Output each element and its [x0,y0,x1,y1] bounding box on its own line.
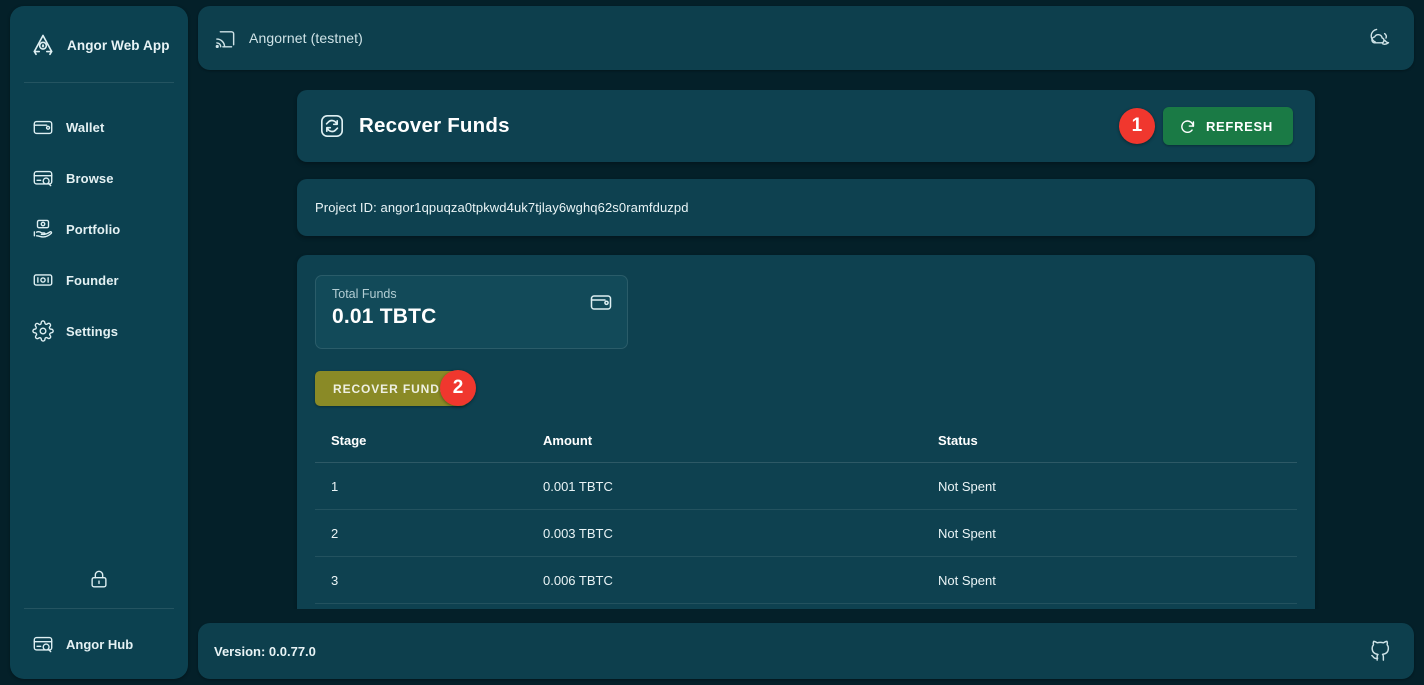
cell-status: Not Spent [938,509,1297,557]
panel-wrapper: Recover Funds 1 REFRESH Project ID: ango… [297,90,1315,609]
column-header-stage: Stage [315,433,543,463]
lock-icon[interactable] [88,568,110,590]
sidebar-item-label: Angor Hub [66,636,134,652]
recover-action-row: RECOVER FUNDS 2 [315,370,1297,406]
total-funds-label: Total Funds [332,287,397,301]
table-row: 1 0.001 TBTC Not Spent [315,462,1297,510]
annotation-badge-2: 2 [440,370,476,406]
moon-cloud-icon [1367,26,1391,50]
brand[interactable]: Angor Web App [10,6,188,82]
sidebar-item-wallet[interactable]: Wallet [10,113,188,141]
sidebar-item-angor-hub[interactable]: Angor Hub [10,609,188,679]
topbar: Angornet (testnet) [198,6,1414,70]
brand-label: Angor Web App [67,37,170,53]
column-header-amount: Amount [543,433,938,463]
sidebar-item-label: Founder [66,272,119,288]
stages-table-head: Stage Amount Status [315,433,1297,463]
sidebar-item-portfolio[interactable]: Portfolio [10,215,188,243]
column-header-status: Status [938,433,1297,463]
recover-funds-body-card: Total Funds 0.01 TBTC RECOVER FUNDS 2 St… [297,255,1315,609]
cast-connected-icon [214,27,237,50]
sidebar-item-label: Browse [66,170,114,186]
project-id-card: Project ID: angor1qpuqza0tpkwd4uk7tjlay6… [297,179,1315,236]
network-label: Angornet (testnet) [249,30,363,46]
founder-banknote-icon [32,269,54,291]
annotation-badge-1: 1 [1118,108,1155,144]
cell-stage: 3 [315,556,543,604]
version-label: Version: 0.0.77.0 [214,643,316,659]
table-row: 2 0.003 TBTC Not Spent [315,509,1297,557]
cell-status: Not Spent [938,462,1297,510]
stages-table-body: 1 0.001 TBTC Not Spent 2 0.003 TBTC Not … [315,462,1297,604]
wallet-icon [589,290,613,314]
hub-card-search-icon [32,633,54,655]
refresh-circle-icon [1179,118,1196,135]
app-root: Angor Web App Wallet Browse Portfolio Fo… [0,0,1424,685]
stages-table: Stage Amount Status 1 0.001 TBTC Not Spe… [315,433,1297,604]
table-row: 3 0.006 TBTC Not Spent [315,556,1297,604]
refresh-button[interactable]: REFRESH [1162,107,1293,145]
page-title: Recover Funds [359,114,510,137]
cell-amount: 0.006 TBTC [543,556,938,604]
sidebar-nav: Wallet Browse Portfolio Founder Settings [10,83,188,345]
sidebar-item-label: Wallet [66,119,105,135]
main-column: Angornet (testnet) Recover Funds 1 REFRE… [188,0,1424,685]
cell-amount: 0.003 TBTC [543,509,938,557]
footer: Version: 0.0.77.0 [198,623,1414,679]
theme-toggle-button[interactable] [1362,21,1396,55]
total-funds-value: 0.01 TBTC [332,305,437,328]
github-link[interactable] [1364,635,1396,667]
cell-amount: 0.001 TBTC [543,462,938,510]
recover-funds-header-card: Recover Funds 1 REFRESH [297,90,1315,162]
browse-card-search-icon [32,167,54,189]
recover-refresh-icon [319,113,345,139]
table-header-row: Stage Amount Status [315,433,1297,463]
sidebar-item-founder[interactable]: Founder [10,266,188,294]
cell-stage: 2 [315,509,543,557]
sidebar-item-label: Settings [66,323,119,339]
angor-logo-icon [30,32,56,58]
sidebar-item-settings[interactable]: Settings [10,317,188,345]
header-right: 1 REFRESH [1118,107,1293,145]
network-indicator[interactable]: Angornet (testnet) [214,27,363,50]
total-funds-card: Total Funds 0.01 TBTC [315,275,628,349]
gear-icon [32,320,54,342]
lock-row[interactable] [10,568,188,608]
sidebar-item-browse[interactable]: Browse [10,164,188,192]
content-area: Recover Funds 1 REFRESH Project ID: ango… [198,90,1414,609]
cell-stage: 1 [315,462,543,510]
project-id-text: Project ID: angor1qpuqza0tpkwd4uk7tjlay6… [315,200,689,215]
header-left: Recover Funds [319,113,510,139]
portfolio-hand-coin-icon [32,218,54,240]
github-icon [1369,640,1392,663]
sidebar: Angor Web App Wallet Browse Portfolio Fo… [10,6,188,679]
wallet-icon [32,116,54,138]
sidebar-item-label: Portfolio [66,221,121,237]
refresh-button-label: REFRESH [1205,118,1273,134]
cell-status: Not Spent [938,556,1297,604]
